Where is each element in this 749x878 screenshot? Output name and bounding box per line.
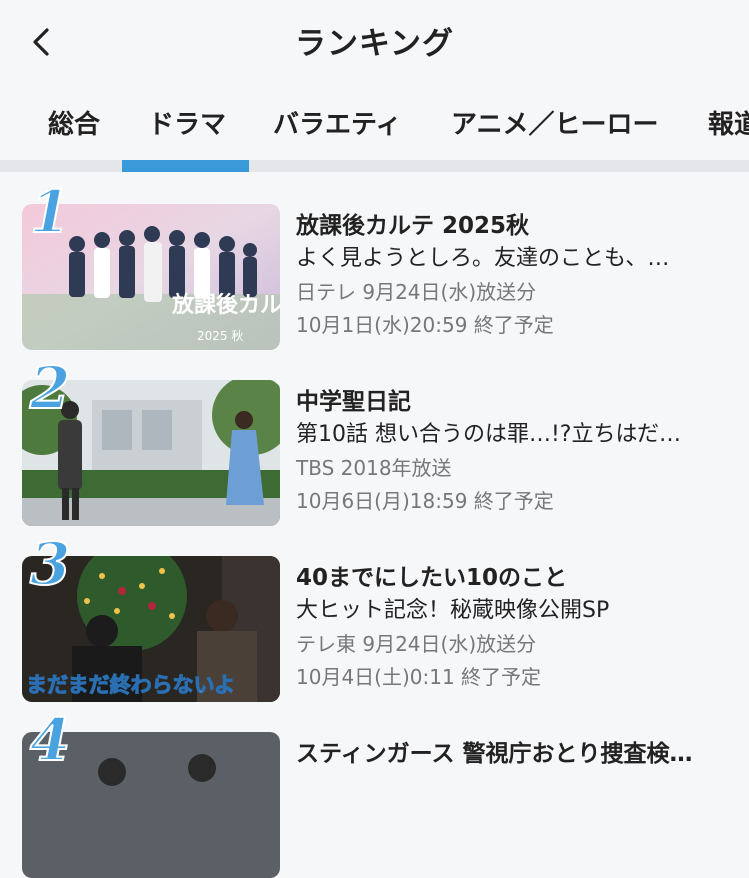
episode-title: 第10話 想い合うのは罪…!?立ちはだ…: [296, 422, 682, 447]
show-title: スティンガース 警視庁おとり捜査検…: [296, 741, 693, 767]
tab-variety[interactable]: バラエティ: [273, 104, 401, 141]
episode-title: 大ヒット記念！秘蔵映像公開SP: [296, 598, 610, 623]
rank-number: 2: [29, 354, 71, 422]
expiry-info: 10月4日(土)0:11 終了予定: [296, 665, 542, 689]
ranking-item-1[interactable]: 放課後カルテ 2025 秋 1 放課後カルテ 2025秋 よく見ようとしろ。友達…: [0, 172, 749, 350]
rank-number: 3: [29, 530, 71, 598]
expiry-info: 10月6日(月)18:59 終了予定: [296, 489, 554, 513]
show-title: 中学聖日記: [296, 389, 411, 415]
ranking-item-3[interactable]: まだまだ終わらないよ 3 40までにしたい10のこと 大ヒット記念！秘蔵映像公開…: [0, 524, 749, 702]
tab-news[interactable]: 報道: [708, 104, 749, 141]
broadcast-info: TBS 2018年放送: [296, 456, 452, 480]
show-title: 放課後カルテ 2025秋: [296, 213, 530, 239]
rank-number: 4: [29, 706, 71, 774]
show-title: 40までにしたい10のこと: [296, 565, 568, 591]
category-tabs: 総合 ドラマ バラエティ アニメ／ヒーロー 報道: [0, 82, 749, 162]
episode-title: よく見ようとしろ。友達のことも、…: [296, 246, 670, 271]
active-tab-indicator: [122, 160, 249, 172]
header: ランキング: [0, 0, 749, 82]
page-title: ランキング: [294, 26, 455, 62]
thumbnail-caption: まだまだ終わらないよ: [26, 673, 235, 697]
broadcast-info: 日テレ 9月24日(水)放送分: [296, 280, 537, 304]
ranking-item-2[interactable]: 2 中学聖日記 第10話 想い合うのは罪…!?立ちはだ… TBS 2018年放送…: [0, 348, 749, 526]
tab-overall[interactable]: 総合: [48, 104, 100, 141]
rank-number: 1: [29, 178, 71, 246]
expiry-info: 10月1日(水)20:59 終了予定: [296, 313, 554, 337]
thumbnail-subcaption: 2025 秋: [197, 329, 243, 343]
broadcast-info: テレ東 9月24日(水)放送分: [296, 632, 537, 656]
tabs-divider: [0, 160, 749, 172]
ranking-item-4[interactable]: 4 スティンガース 警視庁おとり捜査検…: [0, 700, 749, 878]
thumbnail-caption: 放課後カルテ: [171, 292, 280, 318]
tab-anime-hero[interactable]: アニメ／ヒーロー: [451, 104, 658, 141]
tab-drama[interactable]: ドラマ: [148, 104, 226, 141]
